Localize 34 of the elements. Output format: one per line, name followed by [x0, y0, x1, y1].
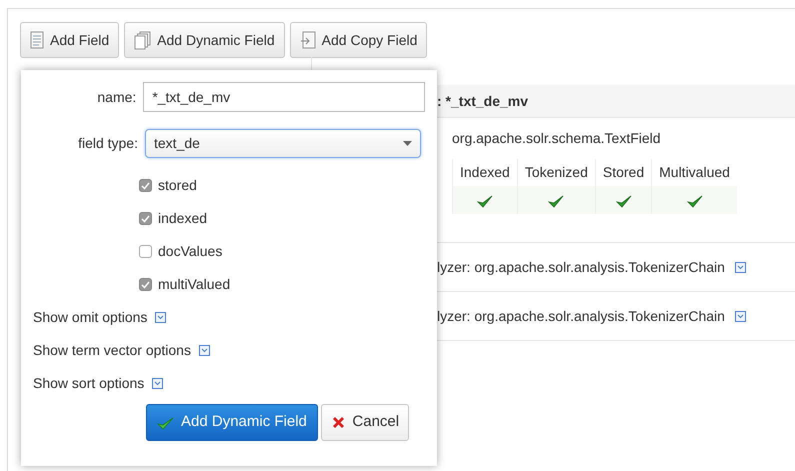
checkbox-label: multiValued — [158, 275, 230, 294]
checkmark-icon — [157, 416, 174, 430]
toolbar-button[interactable]: Add Field — [20, 22, 120, 58]
checkbox[interactable] — [139, 278, 152, 291]
toggle-link[interactable]: Show sort options — [33, 373, 144, 394]
name-input[interactable]: *_txt_de_mv — [143, 82, 425, 112]
checkbox-label: stored — [158, 176, 197, 195]
cancel-button[interactable]: Cancel — [321, 404, 410, 441]
caret-icon — [403, 141, 412, 146]
toggle-link[interactable]: Show term vector options — [33, 340, 191, 361]
expand-icon[interactable] — [152, 378, 164, 389]
expand-icon[interactable] — [155, 312, 166, 323]
checkbox[interactable] — [139, 212, 152, 225]
expand-icon[interactable] — [734, 310, 746, 322]
field-label: field type: — [77, 134, 138, 153]
checkbox-label: docValues — [158, 242, 222, 261]
field-label: name: — [96, 88, 136, 106]
document-icon — [30, 31, 44, 49]
analyzer-label: lyzer: org.apache.solr.analysis.TokenizerChain — [437, 258, 725, 277]
field-title: : *_txt_de_mv — [437, 92, 528, 110]
checkbox[interactable] — [139, 179, 152, 192]
toolbar-button[interactable]: Add Dynamic Field — [124, 22, 285, 58]
toggle-link[interactable]: Show omit options — [33, 307, 148, 328]
expand-icon[interactable] — [198, 345, 210, 356]
field-type-select[interactable]: text_de — [145, 129, 421, 158]
documents-icon — [134, 30, 152, 50]
checkbox[interactable] — [139, 245, 152, 258]
class-name: org.apache.solr.schema.TextField — [451, 129, 662, 148]
cross-icon — [331, 415, 346, 430]
checkbox-label: indexed — [158, 209, 208, 228]
expand-icon[interactable] — [734, 262, 746, 272]
analyzer-label: lyzer: org.apache.solr.analysis.TokenizerChain — [437, 306, 725, 326]
submit-button[interactable]: Add Dynamic Field — [146, 404, 318, 441]
toolbar-button[interactable]: Add Copy Field — [290, 22, 428, 58]
